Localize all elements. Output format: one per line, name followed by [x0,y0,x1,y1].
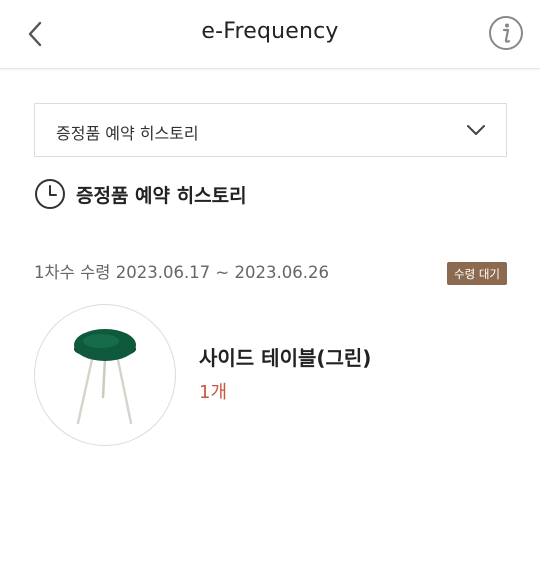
product-name: 사이드 테이블(그린) [199,346,372,370]
reservation-round-period: 1차수 수령 2023.06.17 ~ 2023.06.26 [34,263,329,282]
product-quantity: 1개 [199,382,228,403]
status-badge: 수령 대기 [447,262,507,285]
section-heading: 증정품 예약 히스토리 [34,177,247,211]
side-table-image [74,329,136,425]
history-filter-dropdown[interactable]: 증정품 예약 히스토리 [34,103,507,157]
page-title: e-Frequency [201,19,339,44]
clock-icon [35,179,65,209]
info-button[interactable] [488,15,524,51]
dropdown-selected-value: 증정품 예약 히스토리 [56,124,199,143]
product-thumbnail [34,304,176,446]
top-app-bar: e-Frequency [0,0,540,69]
chevron-down-icon [467,125,485,135]
info-circle-icon [489,16,523,50]
section-title: 증정품 예약 히스토리 [76,184,247,207]
